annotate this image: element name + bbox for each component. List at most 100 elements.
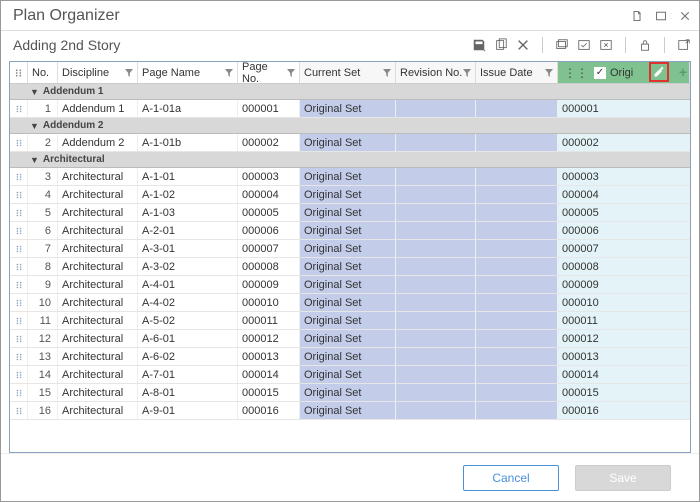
table-row[interactable]: 10ArchitecturalA-4-02000010Original Set0… (10, 294, 690, 312)
cell-discipline[interactable]: Addendum 2 (58, 134, 138, 151)
cell-issue-date[interactable] (476, 294, 558, 311)
filter-icon[interactable] (225, 69, 233, 77)
cell-current-set[interactable]: Original Set (300, 294, 396, 311)
row-drag-handle[interactable] (10, 402, 28, 419)
cell-discipline[interactable]: Architectural (58, 168, 138, 185)
cell-current-set[interactable]: Original Set (300, 366, 396, 383)
export-icon[interactable] (677, 38, 691, 52)
save-to-icon[interactable] (472, 38, 486, 52)
row-drag-handle[interactable] (10, 186, 28, 203)
drag-handle-icon[interactable]: ⋮⋮ (562, 66, 590, 80)
cell-issue-date[interactable] (476, 348, 558, 365)
cell-issue-date[interactable] (476, 240, 558, 257)
cell-discipline[interactable]: Architectural (58, 330, 138, 347)
add-set-button[interactable]: + (679, 64, 687, 80)
column-header-revision-no[interactable]: Revision No. (396, 62, 476, 83)
cell-set-value[interactable]: 000013 (558, 348, 690, 365)
delete-icon[interactable] (516, 38, 530, 52)
cell-current-set[interactable]: Original Set (300, 240, 396, 257)
cell-page-no[interactable]: 000001 (238, 100, 300, 117)
cell-set-value[interactable]: 000001 (558, 100, 690, 117)
cell-page-no[interactable]: 000011 (238, 312, 300, 329)
column-header-no[interactable]: No. (28, 62, 58, 83)
cell-page-name[interactable]: A-1-01 (138, 168, 238, 185)
cell-revision-no[interactable] (396, 222, 476, 239)
column-header-issue-date[interactable]: Issue Date (476, 62, 558, 83)
cell-issue-date[interactable] (476, 186, 558, 203)
cell-discipline[interactable]: Architectural (58, 186, 138, 203)
cell-set-value[interactable]: 000010 (558, 294, 690, 311)
lock-icon[interactable] (638, 38, 652, 52)
cancel-button[interactable]: Cancel (463, 465, 559, 491)
cell-revision-no[interactable] (396, 312, 476, 329)
cell-page-no[interactable]: 000015 (238, 384, 300, 401)
column-header-discipline[interactable]: Discipline (58, 62, 138, 83)
cell-revision-no[interactable] (396, 134, 476, 151)
filter-icon[interactable] (287, 69, 295, 77)
cell-discipline[interactable]: Architectural (58, 258, 138, 275)
cell-current-set[interactable]: Original Set (300, 258, 396, 275)
cell-current-set[interactable]: Original Set (300, 134, 396, 151)
column-header-page-no[interactable]: Page No. (238, 62, 300, 83)
cell-set-value[interactable]: 000002 (558, 134, 690, 151)
image-stack-icon[interactable] (555, 38, 569, 52)
cell-issue-date[interactable] (476, 384, 558, 401)
cell-revision-no[interactable] (396, 384, 476, 401)
table-row[interactable]: 8ArchitecturalA-3-02000008Original Set00… (10, 258, 690, 276)
cell-page-no[interactable]: 000010 (238, 294, 300, 311)
cell-issue-date[interactable] (476, 222, 558, 239)
row-drag-handle[interactable] (10, 258, 28, 275)
table-row[interactable]: 6ArchitecturalA-2-01000006Original Set00… (10, 222, 690, 240)
column-header-drag[interactable] (10, 62, 28, 83)
cell-discipline[interactable]: Architectural (58, 348, 138, 365)
row-drag-handle[interactable] (10, 222, 28, 239)
row-drag-handle[interactable] (10, 312, 28, 329)
cell-issue-date[interactable] (476, 134, 558, 151)
cell-page-name[interactable]: A-6-02 (138, 348, 238, 365)
cell-page-no[interactable]: 000002 (238, 134, 300, 151)
cell-issue-date[interactable] (476, 366, 558, 383)
table-row[interactable]: 1Addendum 1A-1-01a000001Original Set0000… (10, 100, 690, 118)
filter-icon[interactable] (545, 69, 553, 77)
cell-set-value[interactable]: 000016 (558, 402, 690, 419)
cell-current-set[interactable]: Original Set (300, 312, 396, 329)
cell-revision-no[interactable] (396, 186, 476, 203)
cell-set-value[interactable]: 000007 (558, 240, 690, 257)
cell-page-no[interactable]: 000014 (238, 366, 300, 383)
duplicate-icon[interactable] (494, 38, 508, 52)
cell-issue-date[interactable] (476, 100, 558, 117)
row-drag-handle[interactable] (10, 348, 28, 365)
cell-page-name[interactable]: A-1-03 (138, 204, 238, 221)
filter-icon[interactable] (125, 69, 133, 77)
grid-body[interactable]: ▼Addendum 11Addendum 1A-1-01a000001Origi… (10, 84, 690, 452)
cell-current-set[interactable]: Original Set (300, 168, 396, 185)
cell-set-value[interactable]: 000005 (558, 204, 690, 221)
group-header[interactable]: ▼Addendum 1 (10, 84, 690, 100)
cell-issue-date[interactable] (476, 312, 558, 329)
cell-revision-no[interactable] (396, 258, 476, 275)
cell-page-no[interactable]: 000009 (238, 276, 300, 293)
cell-issue-date[interactable] (476, 276, 558, 293)
cell-discipline[interactable]: Architectural (58, 240, 138, 257)
cell-page-no[interactable]: 000007 (238, 240, 300, 257)
cell-discipline[interactable]: Architectural (58, 312, 138, 329)
cell-current-set[interactable]: Original Set (300, 222, 396, 239)
cell-set-value[interactable]: 000014 (558, 366, 690, 383)
cell-set-value[interactable]: 000015 (558, 384, 690, 401)
cell-issue-date[interactable] (476, 204, 558, 221)
cell-revision-no[interactable] (396, 294, 476, 311)
cell-page-name[interactable]: A-3-02 (138, 258, 238, 275)
row-drag-handle[interactable] (10, 384, 28, 401)
cell-set-value[interactable]: 000004 (558, 186, 690, 203)
table-row[interactable]: 5ArchitecturalA-1-03000005Original Set00… (10, 204, 690, 222)
row-drag-handle[interactable] (10, 204, 28, 221)
table-row[interactable]: 4ArchitecturalA-1-02000004Original Set00… (10, 186, 690, 204)
cell-page-name[interactable]: A-3-01 (138, 240, 238, 257)
cell-discipline[interactable]: Architectural (58, 204, 138, 221)
group-header[interactable]: ▼Architectural (10, 152, 690, 168)
cell-discipline[interactable]: Architectural (58, 402, 138, 419)
new-document-icon[interactable] (631, 10, 643, 22)
cell-page-no[interactable]: 000013 (238, 348, 300, 365)
cell-page-name[interactable]: A-1-01a (138, 100, 238, 117)
cell-page-name[interactable]: A-2-01 (138, 222, 238, 239)
